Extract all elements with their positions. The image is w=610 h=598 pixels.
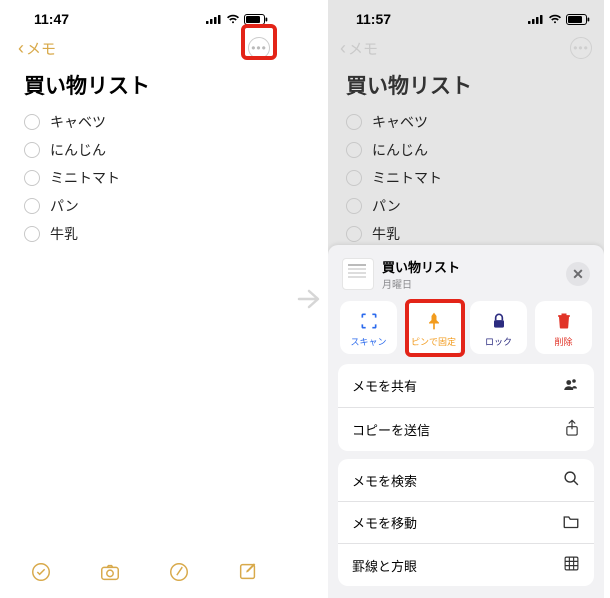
- back-label: メモ: [348, 38, 378, 59]
- more-icon: •••: [573, 41, 589, 55]
- checkbox-icon[interactable]: [346, 170, 362, 186]
- status-time: 11:47: [34, 11, 69, 27]
- camera-icon[interactable]: [99, 561, 121, 583]
- close-icon: ✕: [572, 266, 584, 283]
- status-bar: 11:57: [328, 0, 604, 32]
- lock-icon: [489, 311, 509, 331]
- list-item[interactable]: 牛乳: [346, 220, 586, 248]
- sheet-subtitle: 月曜日: [382, 276, 558, 291]
- more-button[interactable]: •••: [248, 37, 270, 59]
- action-sheet: 買い物リスト 月曜日 ✕ スキャン ピンで固定 ロック 削除: [328, 245, 604, 598]
- phone-right: 11:57 ‹ メモ ••• 買い物リスト キャベツ にんじん ミニトマト パン…: [328, 0, 604, 598]
- note-title: 買い物リスト: [346, 70, 586, 100]
- checkbox-icon[interactable]: [346, 114, 362, 130]
- checklist: キャベツ にんじん ミニトマト パン 牛乳: [24, 108, 264, 248]
- checkbox-icon[interactable]: [24, 142, 40, 158]
- status-bar: 11:47: [6, 0, 282, 32]
- sheet-title: 買い物リスト: [382, 257, 558, 276]
- checkbox-icon[interactable]: [24, 114, 40, 130]
- checkbox-icon[interactable]: [346, 226, 362, 242]
- wifi-icon: [226, 14, 240, 24]
- checkbox-icon[interactable]: [24, 170, 40, 186]
- back-label: メモ: [26, 38, 56, 59]
- checkbox-icon[interactable]: [346, 198, 362, 214]
- delete-button[interactable]: 削除: [535, 301, 592, 354]
- menu-group-1: メモを共有 コピーを送信: [338, 364, 594, 451]
- menu-lines[interactable]: 罫線と方眼: [338, 544, 594, 586]
- list-item[interactable]: にんじん: [346, 136, 586, 164]
- back-button[interactable]: ‹ メモ: [340, 38, 378, 59]
- back-button[interactable]: ‹ メモ: [18, 38, 56, 59]
- signal-icon: [528, 14, 544, 24]
- sheet-titles: 買い物リスト 月曜日: [382, 257, 558, 291]
- list-item[interactable]: ミニトマト: [24, 164, 264, 192]
- battery-icon: [244, 14, 268, 25]
- menu-sendcopy[interactable]: コピーを送信: [338, 408, 594, 451]
- sheet-header: 買い物リスト 月曜日 ✕: [338, 257, 594, 301]
- checklist-icon[interactable]: [30, 561, 52, 583]
- menu-move[interactable]: メモを移動: [338, 502, 594, 544]
- pin-icon: [424, 311, 444, 331]
- bottom-toolbar: [6, 552, 282, 592]
- note-title: 買い物リスト: [24, 70, 264, 100]
- action-grid: スキャン ピンで固定 ロック 削除: [338, 301, 594, 354]
- list-item[interactable]: にんじん: [24, 136, 264, 164]
- chevron-left-icon: ‹: [18, 39, 24, 57]
- checklist: キャベツ にんじん ミニトマト パン 牛乳: [346, 108, 586, 248]
- status-icons: [528, 14, 590, 25]
- wifi-icon: [548, 14, 562, 24]
- list-item[interactable]: 牛乳: [24, 220, 264, 248]
- signal-icon: [206, 14, 222, 24]
- sheet-close-button[interactable]: ✕: [566, 262, 590, 286]
- search-icon: [563, 470, 580, 490]
- markup-icon[interactable]: [168, 561, 190, 583]
- menu-share[interactable]: メモを共有: [338, 364, 594, 408]
- list-item[interactable]: キャベツ: [24, 108, 264, 136]
- phone-left: 11:47 ‹ メモ ••• 買い物リスト キャベツ にんじん ミニトマト パン…: [6, 0, 282, 598]
- lock-button[interactable]: ロック: [470, 301, 527, 354]
- list-item[interactable]: キャベツ: [346, 108, 586, 136]
- note-body: 買い物リスト キャベツ にんじん ミニトマト パン 牛乳: [328, 64, 604, 254]
- note-body: 買い物リスト キャベツ にんじん ミニトマト パン 牛乳: [6, 64, 282, 254]
- menu-search[interactable]: メモを検索: [338, 459, 594, 502]
- folder-icon: [562, 514, 580, 532]
- list-item[interactable]: ミニトマト: [346, 164, 586, 192]
- status-icons: [206, 14, 268, 25]
- list-item[interactable]: パン: [24, 192, 264, 220]
- share-icon: [564, 419, 580, 440]
- trash-icon: [554, 311, 574, 331]
- note-thumbnail: [342, 258, 374, 290]
- list-item[interactable]: パン: [346, 192, 586, 220]
- battery-icon: [566, 14, 590, 25]
- checkbox-icon[interactable]: [24, 226, 40, 242]
- nav-bar: ‹ メモ •••: [328, 32, 604, 64]
- scan-icon: [359, 311, 379, 331]
- more-icon: •••: [251, 41, 267, 55]
- arrow-icon: [293, 282, 327, 316]
- menu-group-2: メモを検索 メモを移動 罫線と方眼: [338, 459, 594, 586]
- status-time: 11:57: [356, 11, 391, 27]
- chevron-left-icon: ‹: [340, 39, 346, 57]
- compose-icon[interactable]: [237, 561, 259, 583]
- scan-button[interactable]: スキャン: [340, 301, 397, 354]
- checkbox-icon[interactable]: [346, 142, 362, 158]
- checkbox-icon[interactable]: [24, 198, 40, 214]
- grid-icon: [563, 555, 580, 575]
- more-button[interactable]: •••: [570, 37, 592, 59]
- pin-button[interactable]: ピンで固定: [405, 301, 462, 354]
- collaborate-icon: [562, 375, 580, 396]
- nav-bar: ‹ メモ •••: [6, 32, 282, 64]
